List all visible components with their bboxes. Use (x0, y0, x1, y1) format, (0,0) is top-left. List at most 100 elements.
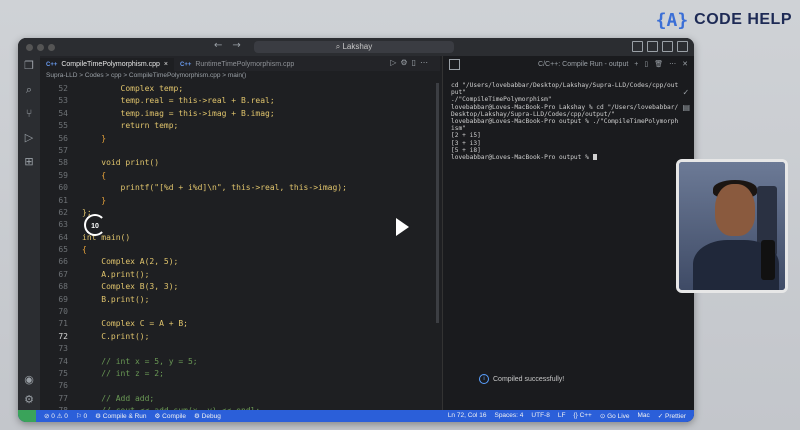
status-item[interactable]: ✓ Prettier (658, 412, 686, 420)
line-number: 74 (58, 356, 68, 366)
code-line[interactable]: 77 // Add add; (40, 393, 440, 405)
more-actions-icon[interactable]: ⋯ (420, 58, 432, 67)
line-number: 62 (58, 207, 68, 217)
code-line[interactable]: 67 A.print(); (40, 269, 440, 281)
terminal-output[interactable]: cd "/Users/lovebabbar/Desktop/Lakshay/Su… (451, 82, 679, 161)
code-line[interactable]: 57 (40, 145, 440, 157)
line-number: 55 (58, 121, 68, 131)
tab-compile-time-polymorphism[interactable]: C++ CompileTimePolymorphism.cpp × (40, 58, 174, 71)
code-line[interactable]: 75 // int z = 2; (40, 368, 440, 380)
explorer-icon[interactable]: ❐ (24, 60, 34, 72)
command-center-search[interactable]: ⌕ Lakshay (254, 41, 454, 53)
code-line[interactable]: 55 return temp; (40, 120, 440, 132)
line-number: 75 (58, 368, 68, 378)
code-line[interactable]: 70 (40, 306, 440, 318)
trash-icon[interactable]: 🗑 (654, 60, 663, 68)
breadcrumb[interactable]: Supra-LLD > Codes > cpp > CompileTimePol… (40, 71, 440, 81)
account-icon[interactable]: ◉ (24, 374, 34, 386)
status-item[interactable]: ⊘ 0 ⚠ 0 (44, 412, 68, 420)
status-item[interactable]: ⚙ Compile (155, 412, 186, 420)
close-tab-icon[interactable]: × (164, 61, 168, 68)
minimize-window-button[interactable] (37, 43, 44, 51)
more-icon[interactable]: ⋯ (669, 60, 676, 68)
close-window-button[interactable] (26, 43, 33, 51)
code-line[interactable]: 53 temp.real = this->real + B.real; (40, 95, 440, 107)
code-line[interactable]: 71 Complex C = A + B; (40, 318, 440, 330)
tab-runtime-polymorphism[interactable]: C++ RuntimeTimePolymorphism.cpp (174, 58, 300, 71)
nav-arrows-icon[interactable]: ←→ (214, 40, 251, 51)
code-line[interactable]: 54 temp.imag = this->imag + B.imag; (40, 108, 440, 120)
status-item[interactable]: UTF-8 (531, 412, 549, 420)
settings-icon[interactable]: ⚙ (400, 58, 411, 67)
panel-title[interactable]: C/C++: Compile Run - output (538, 61, 628, 68)
code-line[interactable]: 76 (40, 380, 440, 392)
split-editor-icon[interactable]: ▯ (412, 58, 420, 67)
code-text: // int x = 5, y = 5; (82, 356, 198, 366)
code-line[interactable]: 52 Complex temp; (40, 83, 440, 95)
code-line[interactable]: 66 Complex A(2, 5); (40, 256, 440, 268)
code-text: printf("[%d + i%d]\n", this->real, this-… (82, 183, 347, 193)
status-item[interactable]: Mac (638, 412, 650, 420)
remote-indicator-icon[interactable] (18, 410, 36, 422)
terminal-check-icon[interactable]: ✓ (682, 88, 690, 97)
code-line[interactable]: 65 { (40, 244, 440, 256)
code-line[interactable]: 60 printf("[%d + i%d]\n", this->real, th… (40, 182, 440, 194)
code-text: } (82, 133, 107, 143)
status-item[interactable]: ⚙ Debug (194, 412, 221, 420)
status-item[interactable]: Ln 72, Col 16 (448, 412, 487, 420)
code-text: A.print(); (82, 269, 150, 279)
line-number: 76 (58, 381, 68, 391)
search-text: Lakshay (342, 42, 373, 51)
status-item[interactable]: ⚙ Compile & Run (95, 412, 146, 420)
zoom-window-button[interactable] (48, 43, 55, 51)
code-line[interactable]: 73 (40, 343, 440, 355)
editor-scrollbar[interactable] (436, 83, 439, 323)
rewind-10-icon[interactable]: 10 (84, 214, 106, 236)
code-line[interactable]: 72 C.print(); (40, 331, 440, 343)
status-item[interactable]: ⚐ 0 (76, 412, 87, 420)
code-line[interactable]: 56 } (40, 133, 440, 145)
source-control-icon[interactable]: ⑂ (26, 108, 33, 120)
panel-header: C/C++: Compile Run - output + ▯ 🗑 ⋯ ✕ (443, 56, 694, 72)
code-line[interactable]: 74 // int x = 5, y = 5; (40, 356, 440, 368)
run-debug-icon[interactable]: ▷ (25, 132, 33, 144)
code-line[interactable]: 61 } (40, 195, 440, 207)
title-bar: ←→ ⌕ Lakshay (18, 38, 694, 56)
split-terminal-icon[interactable]: ▯ (644, 60, 648, 68)
editor-actions: ▷⚙▯⋯ (390, 58, 432, 67)
presenter-face (715, 184, 755, 236)
terminal-line: [5 + i8] (451, 146, 481, 154)
compile-notification: i Compiled successfully! (479, 374, 564, 384)
editor-tabs: C++ CompileTimePolymorphism.cpp × C++ Ru… (40, 56, 440, 71)
line-number: 77 (58, 393, 68, 403)
status-item[interactable]: ⊙ Go Live (600, 412, 630, 420)
terminal-list-icon[interactable]: ▤ (682, 103, 690, 112)
close-panel-icon[interactable]: ✕ (682, 60, 688, 68)
search-activity-icon[interactable]: ⌕ (26, 84, 32, 96)
code-area[interactable]: 52 Complex temp; 53 temp.real = this->rea… (40, 83, 440, 410)
run-code-icon[interactable]: ▷ (390, 58, 400, 67)
toggle-secondary-sidebar-icon[interactable] (662, 41, 673, 52)
line-number: 52 (58, 84, 68, 93)
code-line[interactable]: 58 void print() (40, 157, 440, 169)
toggle-sidebar-icon[interactable] (632, 41, 643, 52)
code-line[interactable]: 59 { (40, 170, 440, 182)
play-icon[interactable] (396, 218, 409, 236)
code-line[interactable]: 68 Complex B(3, 3); (40, 281, 440, 293)
code-text: temp.imag = this->imag + B.imag; (82, 108, 275, 118)
line-number: 72 (58, 331, 68, 341)
status-item[interactable]: LF (558, 412, 566, 420)
terminal-panel: C/C++: Compile Run - output + ▯ 🗑 ⋯ ✕ ✓ … (442, 56, 694, 410)
customize-layout-icon[interactable] (677, 41, 688, 52)
status-item[interactable]: Spaces: 4 (494, 412, 523, 420)
toggle-panel-icon[interactable] (647, 41, 658, 52)
extensions-icon[interactable]: ⊞ (24, 156, 33, 168)
add-terminal-icon[interactable]: + (634, 61, 638, 68)
settings-gear-icon[interactable]: ⚙ (24, 394, 34, 406)
terminal-line: lovebabbar@Loves-MacBook-Pro output % ./… (451, 118, 679, 126)
line-number: 66 (58, 257, 68, 267)
code-line[interactable]: 69 B.print(); (40, 294, 440, 306)
status-item[interactable]: {} C++ (573, 412, 591, 420)
